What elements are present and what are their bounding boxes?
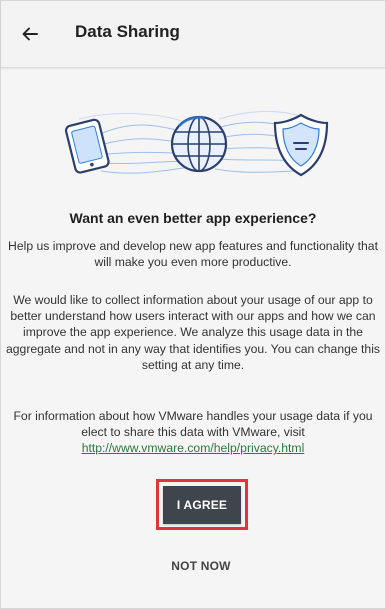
privacy-paragraph: For information about how VMware handles… (1, 408, 385, 457)
app-bar: Data Sharing (1, 1, 385, 68)
back-button[interactable] (15, 19, 45, 49)
agree-highlight-box: I AGREE (156, 479, 248, 530)
page-title: Data Sharing (75, 22, 180, 41)
data-sharing-screen: Data Sharing Want an even better app exp… (0, 0, 386, 609)
shield-icon (273, 113, 329, 177)
tablet-device-icon (64, 118, 110, 174)
headline: Want an even better app experience? (69, 210, 317, 226)
privacy-paragraph-text: For information about how VMware handles… (13, 409, 373, 440)
intro-paragraph: Help us improve and develop new app feat… (8, 239, 378, 270)
arrow-left-icon (22, 27, 38, 41)
usage-paragraph: We would like to collect information abo… (5, 293, 381, 372)
agree-button[interactable]: I AGREE (163, 485, 241, 524)
globe-icon (170, 115, 228, 173)
privacy-link[interactable]: http://www.vmware.com/help/privacy.html (82, 441, 305, 455)
hero-illustration (39, 89, 349, 199)
not-now-button[interactable]: NOT NOW (151, 554, 251, 578)
